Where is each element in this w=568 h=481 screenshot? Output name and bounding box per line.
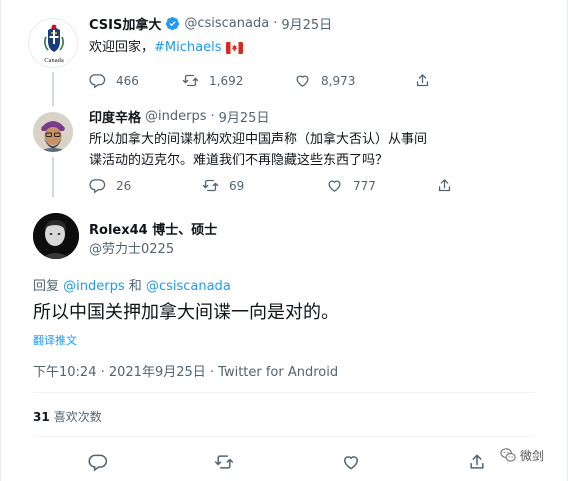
retweet-count: 1,692	[209, 73, 244, 88]
reply-user-link-2[interactable]: @csiscanada	[146, 279, 231, 294]
tweet2-separator: ·	[210, 109, 215, 124]
like-button[interactable]	[341, 452, 361, 472]
timeline: Canada CSIS加拿大 @csiscanada · 9月25日 欢迎回家，…	[0, 0, 568, 481]
reply-user-link[interactable]: @inderps	[63, 279, 124, 294]
tweet1-author-name[interactable]: CSIS加拿大	[89, 14, 161, 33]
reply-button[interactable]	[88, 452, 108, 472]
like-icon	[343, 456, 359, 470]
reply-join: 和	[128, 279, 142, 294]
reply-icon	[88, 454, 108, 472]
translate-tweet-link[interactable]: 翻译推文	[33, 332, 77, 348]
wechat-icon	[500, 448, 516, 462]
reply-button[interactable]: 466	[89, 72, 182, 89]
retweet-button[interactable]	[214, 452, 234, 472]
tweet1-handle[interactable]: @csiscanada	[184, 16, 269, 31]
tweet2-actions: 26 69 777	[89, 177, 453, 194]
share-icon	[438, 179, 451, 192]
retweet-button[interactable]: 69	[202, 177, 326, 194]
reply-prefix: 回复	[33, 279, 60, 294]
tweet2-handle[interactable]: @inderps	[145, 109, 206, 124]
canada-flag-icon	[225, 42, 243, 54]
main-author-handle[interactable]: @劳力士0225	[89, 238, 174, 257]
tweet2-text: 所以加拿大的间谍机构欢迎中国声称（加拿大否认）从事间谍活动的迈克尔。难道我们不再…	[89, 132, 428, 168]
reply-button[interactable]: 26	[89, 177, 202, 194]
tweet1-actions: 466 1,692 8,973	[89, 72, 431, 89]
like-count: 777	[353, 178, 376, 193]
like-count: 8,973	[321, 73, 356, 88]
reply-count: 26	[116, 178, 132, 193]
tweet1-separator: ·	[273, 16, 278, 31]
tweet1-header: CSIS加拿大 @csiscanada · 9月25日	[89, 14, 332, 33]
hashtag-link[interactable]: #Michaels	[154, 40, 221, 55]
likes-stat-count: 31	[33, 410, 50, 424]
retweet-count: 69	[229, 178, 245, 193]
thread-connector-2	[52, 157, 54, 197]
inderps-avatar[interactable]	[33, 112, 73, 152]
canada-wordmark: Canada	[44, 57, 64, 64]
reply-icon	[89, 74, 106, 89]
retweet-icon	[214, 455, 234, 469]
tweet-timestamp[interactable]: 下午10:24 · 2021年9月25日 · Twitter for Andro…	[33, 361, 338, 380]
likes-stat[interactable]: 31 喜欢次数	[33, 408, 102, 425]
retweet-icon	[202, 179, 219, 192]
like-icon	[328, 180, 341, 192]
tweet2-header: 印度辛格 @inderps · 9月25日	[89, 107, 269, 126]
like-icon	[296, 75, 309, 87]
tweet2-author-name[interactable]: 印度辛格	[89, 107, 141, 126]
watermark-text: 微剑	[520, 448, 545, 463]
likes-stat-label: 喜欢次数	[53, 410, 102, 424]
like-button[interactable]: 777	[326, 177, 436, 194]
reply-icon	[89, 179, 106, 194]
share-button[interactable]	[414, 72, 431, 89]
share-button[interactable]	[467, 452, 487, 472]
watermark: 微剑	[499, 446, 544, 464]
main-author-name[interactable]: Rolex44 博士、硕士	[89, 219, 217, 238]
verified-icon	[166, 16, 180, 31]
share-icon	[416, 74, 429, 87]
reply-count: 466	[116, 73, 139, 88]
csis-avatar[interactable]: Canada	[28, 18, 78, 68]
like-button[interactable]: 8,973	[294, 72, 414, 89]
tweet1-text-prefix: 欢迎回家，	[89, 40, 155, 55]
retweet-icon	[182, 74, 199, 87]
retweet-button[interactable]: 1,692	[182, 72, 294, 89]
rolex44-avatar[interactable]	[33, 213, 79, 259]
share-icon	[470, 454, 484, 469]
main-tweet-actions	[1, 448, 568, 478]
tweet1-date[interactable]: 9月25日	[281, 14, 332, 33]
tweet2-date[interactable]: 9月25日	[219, 107, 270, 126]
divider	[33, 392, 535, 393]
share-button[interactable]	[436, 177, 453, 194]
main-tweet-text: 所以中国关押加拿大间谍一向是对的。	[33, 302, 339, 323]
thread-connector	[52, 72, 54, 106]
tweet1-text: 欢迎回家，#Michaels	[89, 38, 243, 58]
divider-2	[33, 436, 535, 437]
replying-to: 回复 @inderps 和 @csiscanada	[33, 275, 231, 294]
